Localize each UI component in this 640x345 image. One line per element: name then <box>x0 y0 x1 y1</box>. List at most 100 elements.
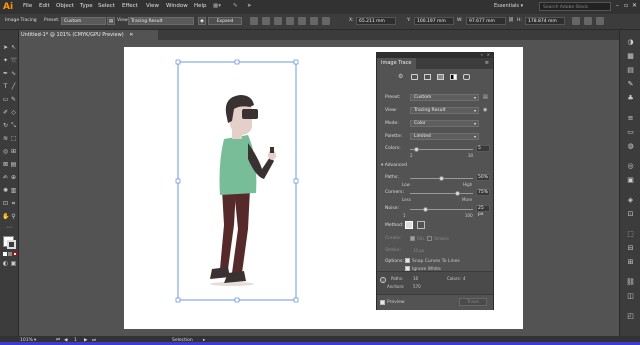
menu-view[interactable]: View <box>146 3 159 9</box>
image-trace-tab[interactable]: Image Trace <box>377 58 416 69</box>
auto-color-preset-icon[interactable]: ⚙ <box>398 74 405 80</box>
transform-icon[interactable] <box>322 17 330 25</box>
workspace-switcher[interactable]: Essentials ▾ <box>494 3 523 9</box>
direct-selection-tool-icon[interactable]: ↖ <box>10 44 17 51</box>
menu-type[interactable]: Type <box>80 3 93 9</box>
colors-slider-track[interactable] <box>410 149 473 150</box>
selection-tool-icon[interactable]: ➤ <box>2 44 9 51</box>
curvature-tool-icon[interactable]: ∿ <box>10 70 17 77</box>
preset-menu-icon[interactable]: ▤ <box>483 94 488 100</box>
align-icon[interactable] <box>250 17 258 25</box>
eyedropper-icon[interactable]: ✍ <box>2 174 9 181</box>
eraser-tool-icon[interactable]: ◇ <box>10 109 17 116</box>
document-tab[interactable]: Untitled-1* @ 101% (CMYK/GPU Preview) ✕ <box>18 30 158 40</box>
width-tool-icon[interactable]: ≋ <box>2 135 9 142</box>
none-mode-icon[interactable] <box>13 252 17 256</box>
low-color-preset-icon[interactable] <box>424 74 431 80</box>
menu-object[interactable]: Object <box>56 3 74 9</box>
abutting-method-icon[interactable] <box>405 221 413 229</box>
send-icon[interactable]: ➤ <box>247 3 252 9</box>
scale-tool-icon[interactable]: ⤡ <box>10 122 17 129</box>
trace-palette-dropdown[interactable]: Limited ▾ <box>410 133 479 140</box>
grayscale-preset-icon[interactable] <box>437 74 444 80</box>
colors-slider-knob[interactable] <box>413 147 419 152</box>
rotate-tool-icon[interactable]: ↻ <box>2 122 9 129</box>
align-center-icon[interactable] <box>262 17 270 25</box>
swatches-icon[interactable]: ▤ <box>626 66 635 75</box>
stroke-swatch[interactable] <box>7 240 16 249</box>
line-tool-icon[interactable]: ╱ <box>10 83 17 90</box>
artboards-icon[interactable]: ⊡ <box>626 210 635 219</box>
symbol-sprayer-icon[interactable]: ✺ <box>2 187 9 194</box>
width-field[interactable]: 97.677 mm <box>466 17 506 25</box>
eye-icon[interactable]: ◉ <box>483 107 487 113</box>
view-dropdown[interactable]: Tracing Result <box>128 17 194 25</box>
align-top-icon[interactable] <box>286 17 294 25</box>
corners-value-field[interactable]: 75% <box>476 189 490 196</box>
color-panel-icon[interactable]: ◑ <box>626 38 635 47</box>
align-panel-icon[interactable]: ⊟ <box>626 244 635 253</box>
trace-view-dropdown[interactable]: Tracing Result ▾ <box>410 107 479 114</box>
menu-window[interactable]: Window <box>166 3 188 9</box>
screen-mode-icon[interactable]: ▣ <box>10 260 17 267</box>
menu-effect[interactable]: Effect <box>122 3 138 9</box>
mesh-tool-icon[interactable]: ⊠ <box>2 161 9 168</box>
menu-edit[interactable]: Edit <box>39 3 50 9</box>
preset-dropdown[interactable]: Custom <box>61 17 106 25</box>
corners-slider-track[interactable] <box>410 193 473 194</box>
perspective-grid-icon[interactable]: ⊞ <box>10 148 17 155</box>
paths-value-field[interactable]: 50% <box>476 174 490 181</box>
rectangle-tool-icon[interactable]: ▭ <box>2 96 9 103</box>
reference-point-icon[interactable] <box>572 17 580 25</box>
asset-export-icon[interactable]: ◰ <box>626 312 635 321</box>
gradient-panel-icon[interactable]: ▭ <box>626 128 635 137</box>
brushes-icon[interactable]: ✎ <box>626 80 635 89</box>
transform-panel-icon[interactable]: ⬚ <box>626 230 635 239</box>
links-icon[interactable]: ⛓ <box>626 278 635 287</box>
symbols-icon[interactable]: ♣ <box>626 94 635 103</box>
minimize-button[interactable]: – <box>616 2 619 9</box>
brush-icon[interactable]: ✎ <box>233 3 238 9</box>
black-and-white-preset-icon[interactable] <box>450 74 457 80</box>
height-field[interactable]: 178.874 mm <box>525 17 565 25</box>
x-field[interactable]: 65.211 mm <box>356 17 396 25</box>
high-color-preset-icon[interactable] <box>411 74 418 80</box>
shaper-tool-icon[interactable]: ✐ <box>2 109 9 116</box>
strokes-checkbox[interactable] <box>427 236 432 241</box>
y-field[interactable]: 100.197 mm <box>414 17 454 25</box>
align-middle-icon[interactable] <box>298 17 306 25</box>
collapse-panel-icon[interactable]: « <box>481 52 483 57</box>
snap-curves-checkbox[interactable] <box>405 258 410 263</box>
link-icon[interactable]: ⛓ <box>508 18 514 23</box>
type-tool-icon[interactable]: T <box>2 83 9 90</box>
presets-menu-button[interactable]: ▤ <box>107 17 115 25</box>
appearance-icon[interactable]: ◎ <box>626 162 635 171</box>
free-transform-icon[interactable]: ⬚ <box>10 135 17 142</box>
stock-search-input[interactable]: Search Adobe Stock <box>539 2 611 11</box>
blend-tool-icon[interactable]: ⊕ <box>10 174 17 181</box>
color-guide-icon[interactable]: ▦ <box>626 52 635 61</box>
trace-button[interactable]: Trace <box>459 298 487 306</box>
colors-value-field[interactable]: 5 <box>476 145 490 152</box>
trace-preset-dropdown[interactable]: Custom ▾ <box>410 94 479 101</box>
pathfinder-icon[interactable]: ⊞ <box>626 258 635 267</box>
gradient-mode-icon[interactable] <box>8 252 12 256</box>
trace-mode-dropdown[interactable]: Color ▾ <box>410 120 479 127</box>
close-panel-icon[interactable]: ✕ <box>487 52 490 57</box>
slice-tool-icon[interactable]: ⌗ <box>10 200 17 207</box>
hand-tool-icon[interactable]: ✋ <box>2 213 9 220</box>
expand-button[interactable]: Expand <box>208 17 242 25</box>
corners-slider-knob[interactable] <box>454 191 460 196</box>
overlapping-method-icon[interactable] <box>417 221 425 229</box>
preview-checkbox[interactable] <box>380 300 385 305</box>
graph-tool-icon[interactable]: ▥ <box>10 187 17 194</box>
noise-value-field[interactable]: 25 px <box>476 205 490 217</box>
image-trace-panel-icon[interactable]: ◫ <box>626 292 635 301</box>
advanced-toggle[interactable]: ▾ Advanced <box>381 163 407 168</box>
align-right-icon[interactable] <box>274 17 282 25</box>
close-window-button[interactable]: ✕ <box>632 2 637 9</box>
menu-select[interactable]: Select <box>98 3 115 9</box>
outline-preset-icon[interactable] <box>463 74 470 80</box>
gradient-tool-icon[interactable]: ▤ <box>10 161 17 168</box>
shape-builder-icon[interactable]: ◎ <box>2 148 9 155</box>
